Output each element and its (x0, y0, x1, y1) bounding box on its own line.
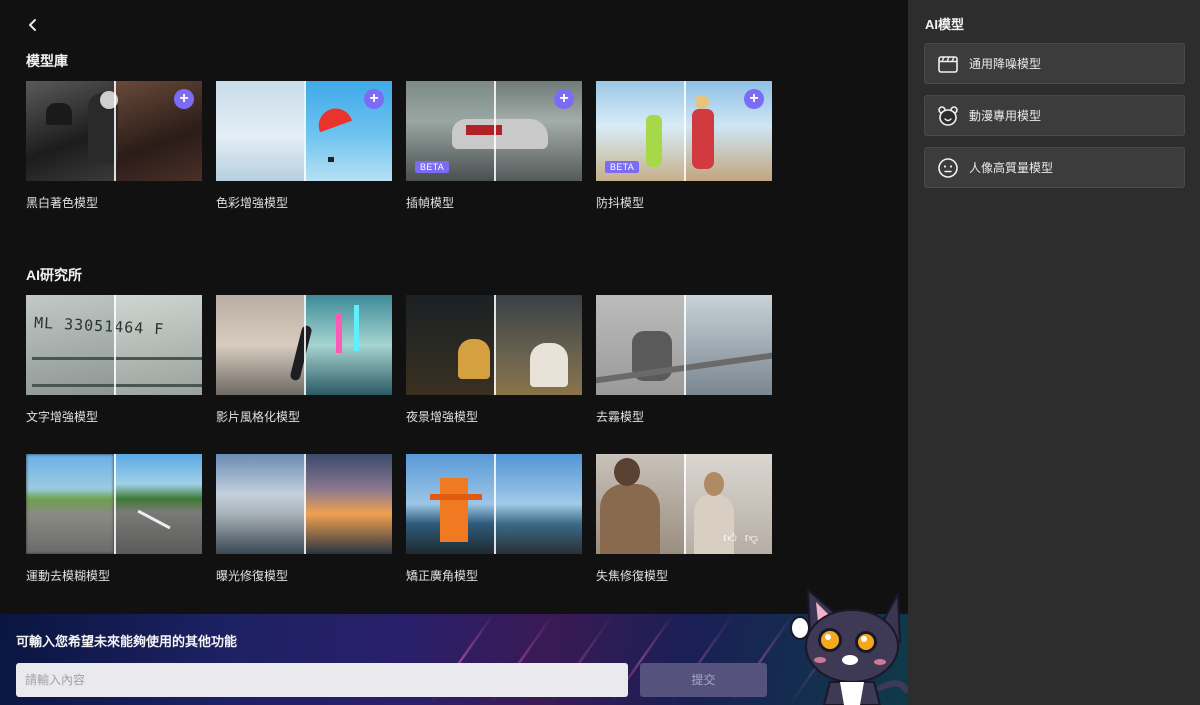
card-label: 防抖模型 (596, 196, 645, 210)
card-label: 曝光修復模型 (216, 569, 289, 583)
model-card-text-enhance[interactable]: ML 33051464 F 文字增強模型 (26, 295, 202, 425)
card-thumbnail: + (26, 81, 202, 181)
chevron-left-icon (29, 19, 36, 31)
card-thumbnail: + (216, 81, 392, 181)
card-label: 影片風格化模型 (216, 410, 301, 424)
card-label: 失焦修復模型 (596, 569, 669, 583)
card-thumbnail: ML 33051464 F (26, 295, 202, 395)
sidebar-item-label: 人像高質量模型 (969, 161, 1054, 175)
main-content: 模型庫 + 黑白著色模型 + 色彩增強模型 + BETA 插幀模型 + BETA… (0, 0, 908, 705)
thumbs-down-icon[interactable]: 👎︎ (745, 530, 758, 546)
card-label: 色彩增強模型 (216, 196, 289, 210)
add-model-button[interactable]: + (364, 89, 384, 109)
card-label: 插幀模型 (406, 196, 455, 210)
card-thumbnail: + BETA (406, 81, 582, 181)
film-clapper-icon (938, 55, 958, 73)
ai-model-sidebar: AI模型 通用降噪模型 動漫專用模型 人像高質量模型 (908, 0, 1200, 705)
beta-badge: BETA (415, 161, 450, 173)
model-card-frame-interpolation[interactable]: + BETA 插幀模型 (406, 81, 582, 211)
card-thumbnail (26, 454, 202, 554)
model-card-video-stylize[interactable]: 影片風格化模型 (216, 295, 392, 425)
card-thumbnail: 👍︎ 👎︎ (596, 454, 772, 554)
model-card-motion-deblur[interactable]: 運動去模糊模型 (26, 454, 202, 584)
sidebar-item-denoise[interactable]: 通用降噪模型 (924, 43, 1185, 84)
add-model-button[interactable]: + (174, 89, 194, 109)
submit-button[interactable]: 提交 (640, 663, 767, 697)
sidebar-item-label: 動漫專用模型 (969, 109, 1042, 123)
card-thumbnail (406, 295, 582, 395)
card-thumbnail (216, 295, 392, 395)
face-icon (938, 157, 958, 178)
feature-request-input[interactable] (16, 663, 628, 697)
card-thumbnail (596, 295, 772, 395)
model-card-defocus-fix[interactable]: 👍︎ 👎︎ 失焦修復模型 (596, 454, 772, 584)
sidebar-item-portrait[interactable]: 人像高質量模型 (924, 147, 1185, 188)
model-card-color-enhance[interactable]: + 色彩增強模型 (216, 81, 392, 211)
card-thumbnail (406, 454, 582, 554)
model-card-exposure-fix[interactable]: 曝光修復模型 (216, 454, 392, 584)
model-card-night-enhance[interactable]: 夜景增強模型 (406, 295, 582, 425)
banner-title: 可輸入您希望未來能夠使用的其他功能 (16, 634, 238, 649)
beta-badge: BETA (605, 161, 640, 173)
sidebar-item-label: 通用降噪模型 (969, 57, 1042, 71)
card-thumbnail (216, 454, 392, 554)
model-card-wide-angle-fix[interactable]: 矯正廣角模型 (406, 454, 582, 584)
card-label: 去霧模型 (596, 410, 645, 424)
thumbs-up-icon[interactable]: 👍︎ (723, 530, 737, 546)
add-model-button[interactable]: + (554, 89, 574, 109)
section-title-library: 模型庫 (26, 53, 68, 69)
card-label: 夜景增強模型 (406, 410, 479, 424)
model-card-dehaze[interactable]: 去霧模型 (596, 295, 772, 425)
sidebar-title: AI模型 (925, 17, 965, 32)
back-button[interactable] (22, 14, 44, 36)
card-label: 矯正廣角模型 (406, 569, 479, 583)
card-label: 運動去模糊模型 (26, 569, 111, 583)
bear-face-icon (938, 105, 958, 126)
sidebar-item-anime[interactable]: 動漫專用模型 (924, 95, 1185, 136)
model-card-stabilize[interactable]: + BETA 防抖模型 (596, 81, 772, 211)
feature-request-banner: 可輸入您希望未來能夠使用的其他功能 提交 (0, 614, 908, 705)
card-label: 黑白著色模型 (26, 196, 99, 210)
model-card-colorize[interactable]: + 黑白著色模型 (26, 81, 202, 211)
card-label: 文字增強模型 (26, 410, 99, 424)
card-thumbnail: + BETA (596, 81, 772, 181)
add-model-button[interactable]: + (744, 89, 764, 109)
feedback-buttons: 👍︎ 👎︎ (723, 530, 758, 546)
section-title-lab: AI研究所 (26, 267, 82, 283)
cat-mascot-icon (790, 587, 908, 705)
